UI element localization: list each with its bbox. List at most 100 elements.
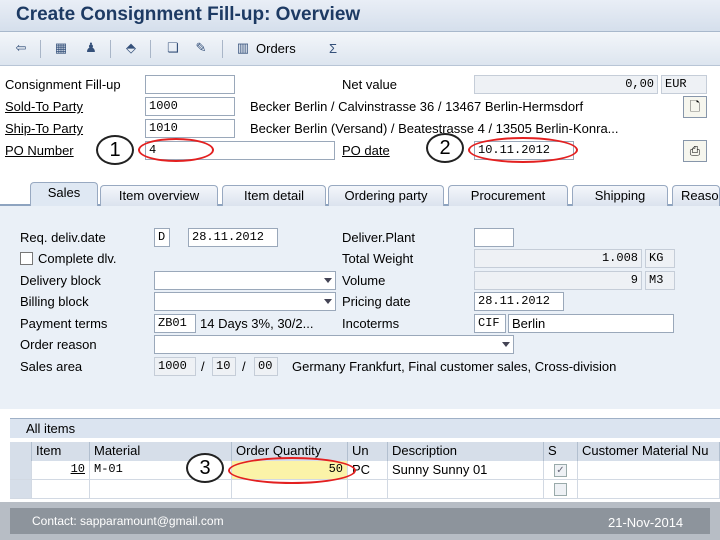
req-deliv-date-field[interactable]: 28.11.2012 bbox=[188, 228, 278, 247]
sales-area-separator: / bbox=[242, 359, 246, 374]
chevron-down-icon bbox=[324, 299, 332, 304]
order-reason-label: Order reason bbox=[20, 337, 97, 352]
table-cell-s: ✓ bbox=[544, 461, 578, 480]
row-selector[interactable] bbox=[10, 480, 32, 499]
delivery-block-select[interactable] bbox=[154, 271, 336, 290]
application-toolbar: ⇦ ▦ ♟ ⬘ ❏ ✎ ▥ Orders Σ bbox=[0, 32, 720, 66]
tab-item-overview[interactable]: Item overview bbox=[100, 185, 218, 206]
volume-label: Volume bbox=[342, 273, 386, 288]
tab-item-detail[interactable]: Item detail bbox=[222, 185, 326, 206]
column-header-unit[interactable]: Un bbox=[348, 442, 388, 461]
header-section: Consignment Fill-up Net value 0,00 EUR S… bbox=[0, 66, 720, 178]
footer-contact: Contact: sapparamount@gmail.com bbox=[32, 514, 224, 528]
po-number-highlight bbox=[138, 138, 214, 162]
billing-block-select[interactable] bbox=[154, 292, 336, 311]
req-deliv-date-label: Req. deliv.date bbox=[20, 230, 106, 245]
table-cell-s bbox=[544, 480, 578, 499]
slide-footer: Contact: sapparamount@gmail.com 21-Nov-2… bbox=[0, 502, 720, 540]
currency-field: EUR bbox=[661, 75, 707, 94]
table-cell-description[interactable] bbox=[388, 480, 544, 499]
pricing-date-field[interactable]: 28.11.2012 bbox=[474, 292, 564, 311]
date-type-field[interactable]: D bbox=[154, 228, 170, 247]
incoterms-place-field[interactable]: Berlin bbox=[508, 314, 674, 333]
table-cell-item[interactable]: 10 bbox=[32, 461, 90, 480]
tab-reason[interactable]: Reaso bbox=[672, 185, 720, 206]
total-weight-label: Total Weight bbox=[342, 251, 414, 266]
tab-ordering-party[interactable]: Ordering party bbox=[328, 185, 444, 206]
pricing-date-label: Pricing date bbox=[342, 294, 411, 309]
volume-unit-field: M3 bbox=[645, 271, 675, 290]
toolbar-separator bbox=[222, 40, 223, 58]
sum-icon[interactable]: Σ bbox=[324, 40, 342, 56]
item-overview-icon[interactable]: ▦ bbox=[52, 40, 70, 56]
column-header-description[interactable]: Description bbox=[388, 442, 544, 461]
complete-dlv-checkbox[interactable] bbox=[20, 252, 33, 265]
order-reason-select[interactable] bbox=[154, 335, 514, 354]
distribution-channel-field: 10 bbox=[212, 357, 236, 376]
checkbox-icon bbox=[554, 483, 567, 496]
weight-unit-field: KG bbox=[645, 249, 675, 268]
chevron-down-icon bbox=[324, 278, 332, 283]
toolbar-separator bbox=[40, 40, 41, 58]
copy-icon[interactable]: ❏ bbox=[164, 40, 182, 56]
sales-tab-panel: Req. deliv.date D 28.11.2012 Complete dl… bbox=[0, 206, 720, 409]
order-quantity-highlight bbox=[228, 457, 356, 484]
billing-block-label: Billing block bbox=[20, 294, 89, 309]
display-doc-header-icon[interactable]: ⇦ bbox=[12, 40, 30, 56]
ordering-party-icon[interactable]: ♟ bbox=[82, 40, 100, 56]
table-cell-item[interactable] bbox=[32, 480, 90, 499]
table-cell-customer-material[interactable] bbox=[578, 480, 720, 499]
tab-sales[interactable]: Sales bbox=[30, 182, 98, 207]
incoterms-label: Incoterms bbox=[342, 316, 400, 331]
deliver-plant-field[interactable] bbox=[474, 228, 514, 247]
title-bar: Create Consignment Fill-up: Overview bbox=[0, 0, 720, 32]
column-header-item[interactable]: Item bbox=[32, 442, 90, 461]
items-table-title: All items bbox=[10, 419, 720, 438]
incoterms-code-field[interactable]: CIF bbox=[474, 314, 506, 333]
sold-to-party-field[interactable]: 1000 bbox=[145, 97, 235, 116]
payment-terms-description: 14 Days 3%, 30/2... bbox=[200, 316, 314, 331]
orders-button[interactable]: Orders bbox=[256, 40, 296, 56]
expand-icon[interactable]: ⬘ bbox=[122, 40, 140, 56]
delete-icon[interactable]: ✎ bbox=[192, 40, 210, 56]
row-selector[interactable] bbox=[10, 461, 32, 480]
table-cell-material[interactable] bbox=[90, 480, 232, 499]
po-date-label: PO date bbox=[342, 143, 390, 158]
tab-procurement[interactable]: Procurement bbox=[448, 185, 568, 206]
check-icon: ✓ bbox=[554, 464, 567, 477]
ship-to-party-label: Ship-To Party bbox=[5, 121, 84, 136]
chevron-down-icon bbox=[502, 342, 510, 347]
callout-2: 2 bbox=[426, 133, 464, 163]
window-title: Create Consignment Fill-up: Overview bbox=[16, 4, 361, 25]
display-document-icon[interactable]: ⎙ bbox=[683, 140, 707, 162]
payment-terms-label: Payment terms bbox=[20, 316, 108, 331]
division-field: 00 bbox=[254, 357, 278, 376]
callout-1: 1 bbox=[96, 135, 134, 165]
sales-org-field: 1000 bbox=[154, 357, 196, 376]
table-cell-unit[interactable] bbox=[348, 480, 388, 499]
delivery-block-label: Delivery block bbox=[20, 273, 101, 288]
orders-icon[interactable]: ▥ bbox=[234, 40, 252, 56]
po-date-highlight bbox=[468, 137, 578, 163]
ship-to-party-field[interactable]: 1010 bbox=[145, 119, 235, 138]
document-icon[interactable]: 🗋 bbox=[683, 96, 707, 118]
total-weight-field: 1.008 bbox=[474, 249, 642, 268]
po-number-label: PO Number bbox=[5, 143, 74, 158]
sold-to-party-description: Becker Berlin / Calvinstrasse 36 / 13467… bbox=[250, 99, 584, 114]
volume-field: 9 bbox=[474, 271, 642, 290]
deliver-plant-label: Deliver.Plant bbox=[342, 230, 415, 245]
toolbar-separator bbox=[110, 40, 111, 58]
items-table: All items Item Material Order Quantity U… bbox=[10, 418, 720, 502]
tab-shipping[interactable]: Shipping bbox=[572, 185, 668, 206]
payment-terms-field[interactable]: ZB01 bbox=[154, 314, 196, 333]
consignment-fillup-field[interactable] bbox=[145, 75, 235, 94]
row-selector-header[interactable] bbox=[10, 442, 32, 461]
callout-3: 3 bbox=[186, 453, 224, 483]
table-cell-description[interactable]: Sunny Sunny 01 bbox=[388, 461, 544, 480]
tab-strip: Sales Item overview Item detail Ordering… bbox=[0, 178, 720, 207]
table-cell-customer-material[interactable] bbox=[578, 461, 720, 480]
column-header-s[interactable]: S bbox=[544, 442, 578, 461]
net-value-field: 0,00 bbox=[474, 75, 658, 94]
sales-area-separator: / bbox=[201, 359, 205, 374]
column-header-customer-material[interactable]: Customer Material Nu bbox=[578, 442, 720, 461]
